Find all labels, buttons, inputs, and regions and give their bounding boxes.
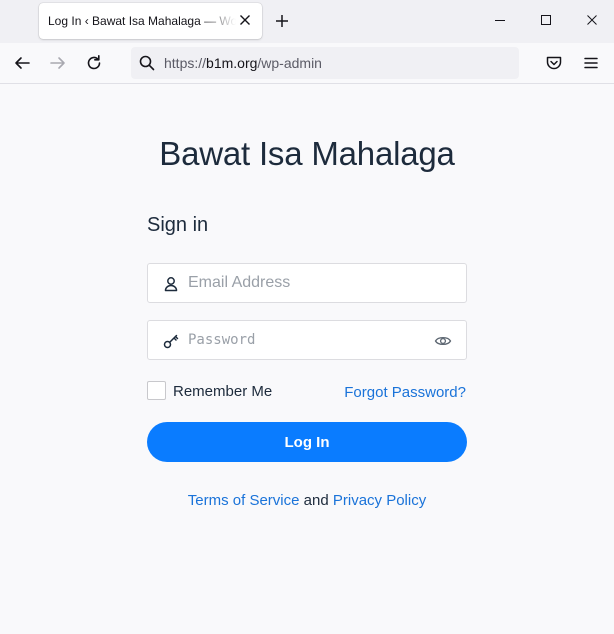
maximize-icon[interactable] xyxy=(540,14,552,26)
password-input[interactable] xyxy=(188,321,428,359)
forward-arrow-icon[interactable] xyxy=(49,54,67,72)
show-password-eye-icon[interactable] xyxy=(434,332,452,350)
browser-tab[interactable]: Log In ‹ Bawat Isa Mahalaga — WordPress xyxy=(39,3,262,39)
close-window-icon[interactable] xyxy=(586,14,598,26)
terms-of-service-link[interactable]: Terms of Service xyxy=(188,492,300,509)
url-text: https://b1m.org/wp-admin xyxy=(164,55,322,71)
email-input[interactable] xyxy=(188,264,428,302)
reload-icon[interactable] xyxy=(85,54,103,72)
new-tab-icon[interactable] xyxy=(274,13,290,29)
privacy-policy-link[interactable]: Privacy Policy xyxy=(333,492,426,509)
login-page: Bawat Isa Mahalaga Sign in Remember Me F… xyxy=(0,85,614,634)
close-tab-icon[interactable] xyxy=(237,12,253,28)
user-icon xyxy=(164,277,178,292)
minimize-icon[interactable] xyxy=(494,14,506,26)
menu-icon[interactable] xyxy=(582,54,600,72)
address-bar[interactable]: https://b1m.org/wp-admin xyxy=(131,47,519,79)
pocket-icon[interactable] xyxy=(545,54,563,72)
navigation-bar: https://b1m.org/wp-admin xyxy=(0,43,614,84)
password-field[interactable] xyxy=(147,320,467,360)
email-field[interactable] xyxy=(147,263,467,303)
tab-strip: Log In ‹ Bawat Isa Mahalaga — WordPress xyxy=(0,0,614,43)
terms-line: Terms of Service and Privacy Policy xyxy=(0,492,614,509)
site-title: Bawat Isa Mahalaga xyxy=(159,135,455,172)
forgot-password-link[interactable]: Forgot Password? xyxy=(344,384,466,401)
remember-me-label: Remember Me xyxy=(173,383,273,400)
remember-me-checkbox[interactable] xyxy=(147,381,166,400)
sign-in-heading: Sign in xyxy=(147,214,209,236)
url-scheme: https:// xyxy=(164,55,207,71)
url-path: /wp-admin xyxy=(257,55,322,71)
url-host: b1m.org xyxy=(206,55,258,71)
back-arrow-icon[interactable] xyxy=(13,54,31,72)
search-icon xyxy=(139,55,155,71)
tab-title: Log In ‹ Bawat Isa Mahalaga — WordPress xyxy=(48,14,236,28)
key-icon xyxy=(163,334,179,349)
log-in-button[interactable]: Log In xyxy=(147,422,467,462)
and-text: and xyxy=(303,492,329,509)
